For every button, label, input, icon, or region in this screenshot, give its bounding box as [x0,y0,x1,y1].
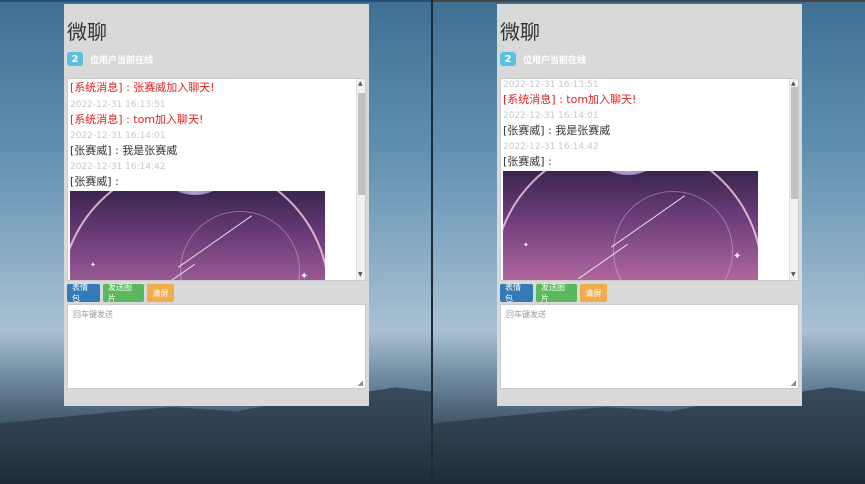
online-count-badge: 2 [67,52,83,66]
online-label: 位用户当前在线 [90,55,154,66]
user-message: [张赛威] : 我是张赛威 [503,124,611,137]
right-browser-pane: 微聊 2 位用户当前在线 2022-12-31 16:13:51 [系统消息] … [433,0,865,484]
chat-card-right: 微聊 2 位用户当前在线 2022-12-31 16:13:51 [系统消息] … [497,4,802,406]
resize-handle-icon[interactable]: ◢ [358,379,363,387]
system-message: [系统消息] : tom加入聊天! [503,93,637,106]
toolbar: 表情包 发送图片 清屏 [500,283,607,303]
resize-handle-icon[interactable]: ◢ [791,379,796,387]
message-timestamp: 2022-12-31 16:14:42 [503,142,599,152]
message-list: [系统消息] : 张赛威加入聊天! 2022-12-31 16:13:51 [系… [70,80,355,281]
toolbar: 表情包 发送图片 清屏 [67,283,174,303]
left-browser-pane: 微聊 2 位用户当前在线 [系统消息] : 张赛威加入聊天! 2022-12-3… [0,0,431,484]
online-label: 位用户当前在线 [523,55,587,66]
user-message: [张赛威] : 我是张赛威 [70,144,178,157]
user-message: [张赛威] : [503,155,552,168]
clear-button[interactable]: 清屏 [147,284,174,302]
message-scrollbar[interactable]: ▲ ▼ [789,79,798,280]
emoji-button[interactable]: 表情包 [67,283,100,303]
sparkle-icon: ✦ [300,271,309,281]
sparkle-icon: ✦ [523,241,529,249]
message-timestamp: 2022-12-31 16:14:42 [70,162,166,172]
shared-image: ✦ ✦ [70,191,325,281]
message-scrollbar[interactable]: ▲ ▼ [356,79,365,280]
scrollbar-thumb[interactable] [791,87,798,199]
emoji-button[interactable]: 表情包 [500,283,533,303]
scrollbar-thumb[interactable] [358,93,365,195]
input-placeholder: 回车键发送 [73,310,113,319]
message-timestamp: 2022-12-31 16:13:51 [503,80,599,90]
app-title: 微聊 [67,20,107,44]
system-message: [系统消息] : 张赛威加入聊天! [70,81,215,94]
scroll-down-icon[interactable]: ▼ [358,272,363,278]
send-image-button[interactable]: 发送图片 [103,283,144,303]
message-timestamp: 2022-12-31 16:14:01 [503,111,599,121]
user-message: [张赛威] : [70,175,119,188]
chat-card-left: 微聊 2 位用户当前在线 [系统消息] : 张赛威加入聊天! 2022-12-3… [64,4,369,406]
sparkle-icon: ✦ [90,261,96,269]
message-input[interactable]: 回车键发送 ◢ [67,304,366,389]
scroll-down-icon[interactable]: ▼ [791,272,796,278]
sparkle-icon: ✦ [733,251,742,262]
online-status: 2 位用户当前在线 [500,52,586,66]
input-placeholder: 回车键发送 [506,310,546,319]
message-timestamp: 2022-12-31 16:14:01 [70,131,166,141]
online-count-badge: 2 [500,52,516,66]
clear-button[interactable]: 清屏 [580,284,607,302]
message-area[interactable]: [系统消息] : 张赛威加入聊天! 2022-12-31 16:13:51 [系… [67,78,366,281]
scroll-up-icon[interactable]: ▲ [358,81,363,87]
app-title: 微聊 [500,20,540,44]
shared-image: ✦ ✦ [503,171,758,280]
online-status: 2 位用户当前在线 [67,52,153,66]
message-area[interactable]: 2022-12-31 16:13:51 [系统消息] : tom加入聊天! 20… [500,78,799,281]
system-message: [系统消息] : tom加入聊天! [70,113,204,126]
message-timestamp: 2022-12-31 16:13:51 [70,100,166,110]
send-image-button[interactable]: 发送图片 [536,283,577,303]
message-input[interactable]: 回车键发送 ◢ [500,304,799,389]
message-list: 2022-12-31 16:13:51 [系统消息] : tom加入聊天! 20… [503,80,788,280]
